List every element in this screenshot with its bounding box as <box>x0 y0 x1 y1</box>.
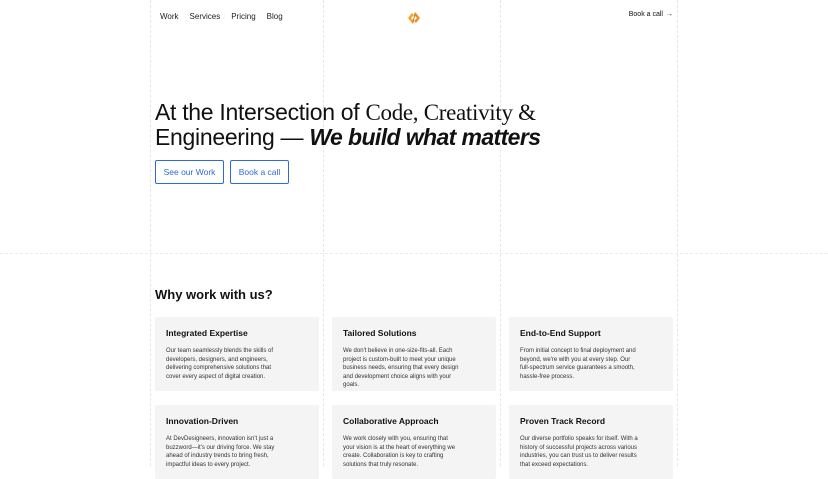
feature-card: Tailored Solutions We don't believe in o… <box>332 317 496 391</box>
feature-card: Innovation-Driven At DevDesigneers, inno… <box>155 405 319 479</box>
hero-line1-plain: At the Intersection of <box>155 99 366 125</box>
feature-card-text: Our team seamlessly blends the skills of… <box>166 348 274 380</box>
grid-line-horizontal <box>0 253 828 254</box>
book-a-call-button[interactable]: Book a call <box>230 160 289 184</box>
hero-headline: At the Intersection of Code, Creativity … <box>155 100 675 149</box>
hero-line2-bold: We build what matters <box>309 124 541 150</box>
grid-line <box>323 0 324 466</box>
hero-line2-plain: Engineering — <box>155 124 310 150</box>
feature-card: Integrated Expertise Our team seamlessly… <box>155 317 319 391</box>
feature-card-text: At DevDesigneers, innovation isn't just … <box>166 436 275 468</box>
main-nav: Work Services Pricing Blog <box>160 12 294 22</box>
grid-line <box>500 0 501 466</box>
nav-item-services[interactable]: Services <box>190 12 221 22</box>
grid-line <box>677 0 678 466</box>
logo-icon[interactable] <box>406 11 422 24</box>
hero: At the Intersection of Code, Creativity … <box>155 100 675 149</box>
feature-card-text: From initial concept to final deployment… <box>520 348 636 380</box>
grid-line <box>150 0 151 466</box>
section-title: Why work with us? <box>155 287 273 302</box>
feature-card-text: We don't believe in one-size-fits-all. E… <box>343 348 459 389</box>
feature-card-title: Integrated Expertise <box>166 328 248 338</box>
feature-card-text: We work closely with you, ensuring that … <box>343 436 456 468</box>
feature-card-title: Innovation-Driven <box>166 416 239 426</box>
feature-card: End-to-End Support From initial concept … <box>509 317 673 391</box>
feature-card: Collaborative Approach We work closely w… <box>332 405 496 479</box>
nav-item-blog[interactable]: Blog <box>267 12 283 22</box>
arrow-right-icon: → <box>666 11 673 18</box>
feature-card-title: Collaborative Approach <box>343 416 439 426</box>
hero-line1-serif: Code, Creativity & <box>365 100 536 125</box>
nav-item-pricing[interactable]: Pricing <box>231 12 255 22</box>
book-call-label: Book a call <box>628 11 663 18</box>
book-call-link[interactable]: Book a call → <box>629 11 673 18</box>
see-our-work-button[interactable]: See our Work <box>155 160 224 184</box>
feature-card-title: End-to-End Support <box>520 328 601 338</box>
feature-card-title: Tailored Solutions <box>343 328 417 338</box>
feature-card-text: Our diverse portfolio speaks for itself.… <box>520 436 638 468</box>
nav-item-work[interactable]: Work <box>160 12 179 22</box>
feature-card-title: Proven Track Record <box>520 416 606 426</box>
feature-card: Proven Track Record Our diverse portfoli… <box>509 405 673 479</box>
